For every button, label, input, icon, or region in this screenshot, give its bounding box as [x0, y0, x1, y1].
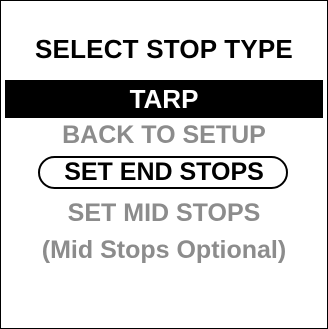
set-mid-stops-menu-item[interactable]: SET MID STOPS — [1, 198, 327, 228]
screen-title: SELECT STOP TYPE — [35, 34, 293, 64]
back-to-setup-menu-item[interactable]: BACK TO SETUP — [1, 120, 327, 150]
device-screen: SELECT STOP TYPE TARP BACK TO SETUP SET … — [0, 0, 328, 329]
selected-stop-type[interactable]: TARP — [5, 80, 323, 118]
mid-stops-optional-note: (Mid Stops Optional) — [41, 236, 287, 264]
set-end-stops-menu-item[interactable]: SET END STOPS — [1, 156, 327, 189]
